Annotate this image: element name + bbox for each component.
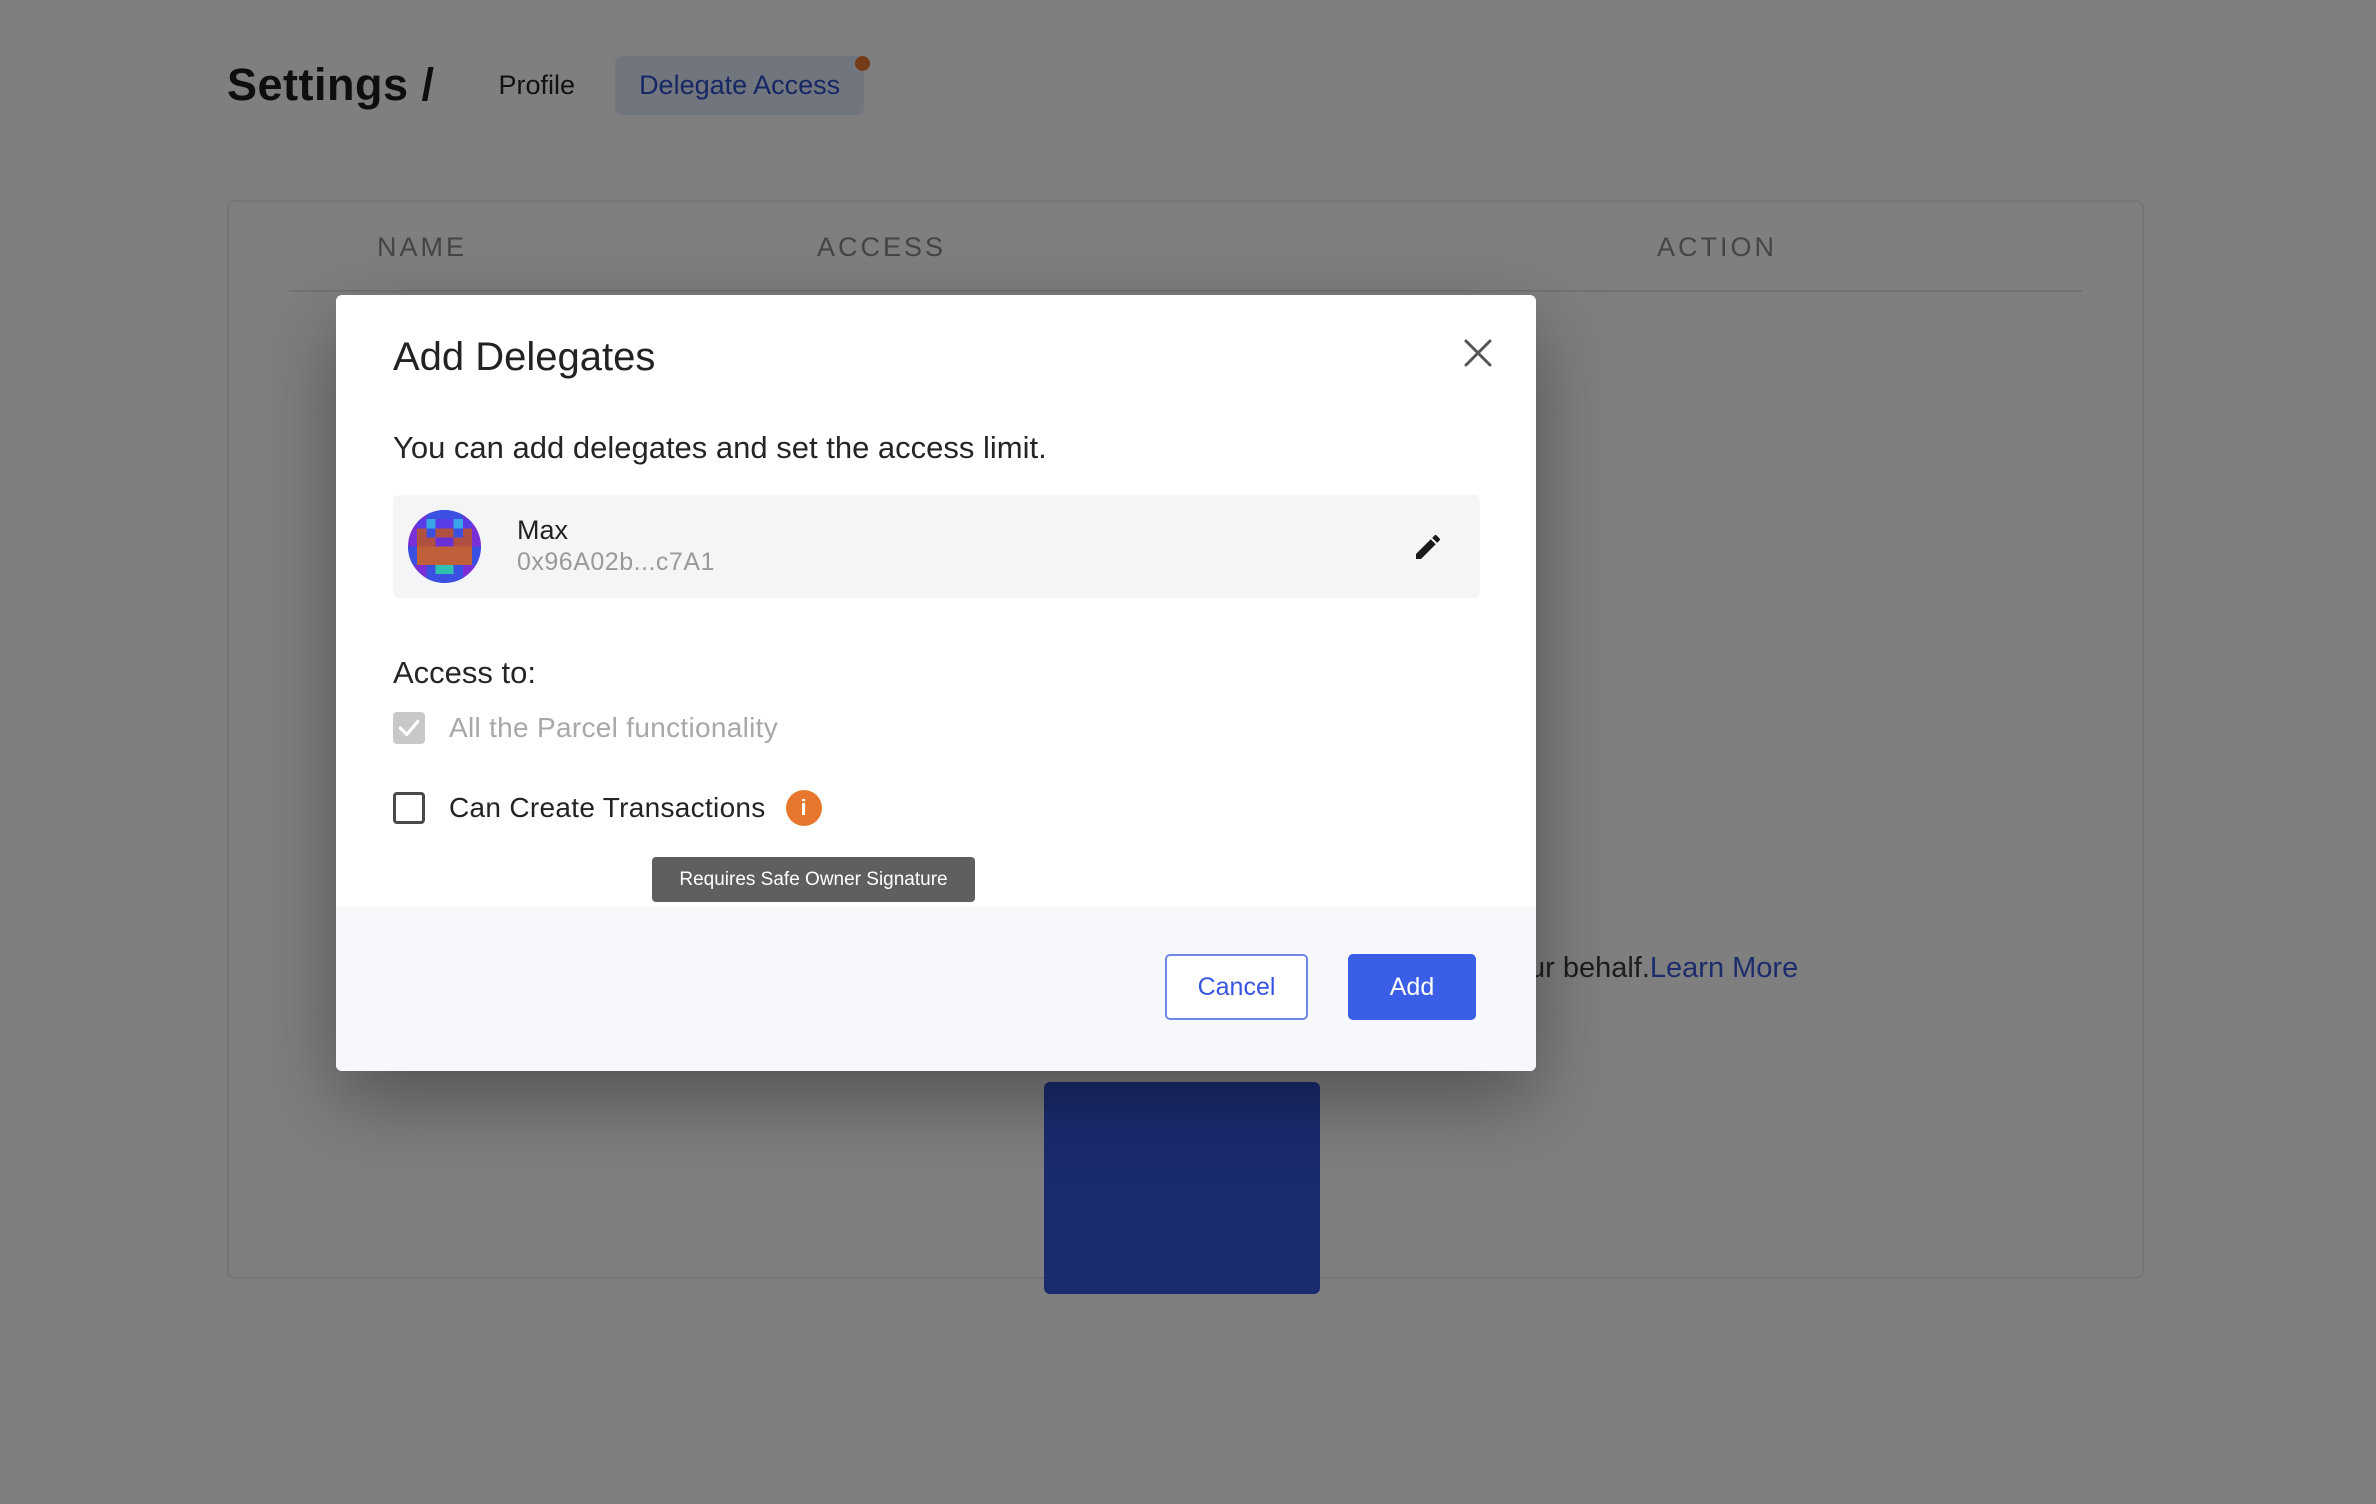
option-label-all-functionality: All the Parcel functionality xyxy=(449,712,779,743)
option-label-create-transactions[interactable]: Can Create Transactions xyxy=(449,792,766,824)
modal-title: Add Delegates xyxy=(393,335,656,379)
delegate-address: 0x96A02b...c7A1 xyxy=(517,548,715,576)
option-create-transactions: Can Create Transactions i xyxy=(393,790,822,826)
close-icon[interactable] xyxy=(1460,335,1496,371)
cancel-button[interactable]: Cancel xyxy=(1165,954,1308,1020)
pencil-icon[interactable] xyxy=(1412,531,1444,563)
info-icon[interactable]: i xyxy=(785,790,822,826)
add-button[interactable]: Add xyxy=(1348,954,1476,1020)
checkbox-create-transactions[interactable] xyxy=(393,792,425,824)
access-label: Access to: xyxy=(393,655,536,690)
option-all-functionality: All the Parcel functionality xyxy=(393,712,778,744)
add-delegates-modal: Add Delegates You can add delegates and … xyxy=(336,295,1536,1071)
modal-footer: Cancel Add xyxy=(336,907,1536,1071)
modal-description: You can add delegates and set the access… xyxy=(393,430,1047,465)
avatar xyxy=(408,510,481,583)
delegate-card: Max 0x96A02b...c7A1 xyxy=(393,495,1480,598)
tooltip: Requires Safe Owner Signature xyxy=(652,857,975,902)
delegate-name: Max xyxy=(517,515,569,545)
checkbox-all-functionality xyxy=(393,712,425,744)
